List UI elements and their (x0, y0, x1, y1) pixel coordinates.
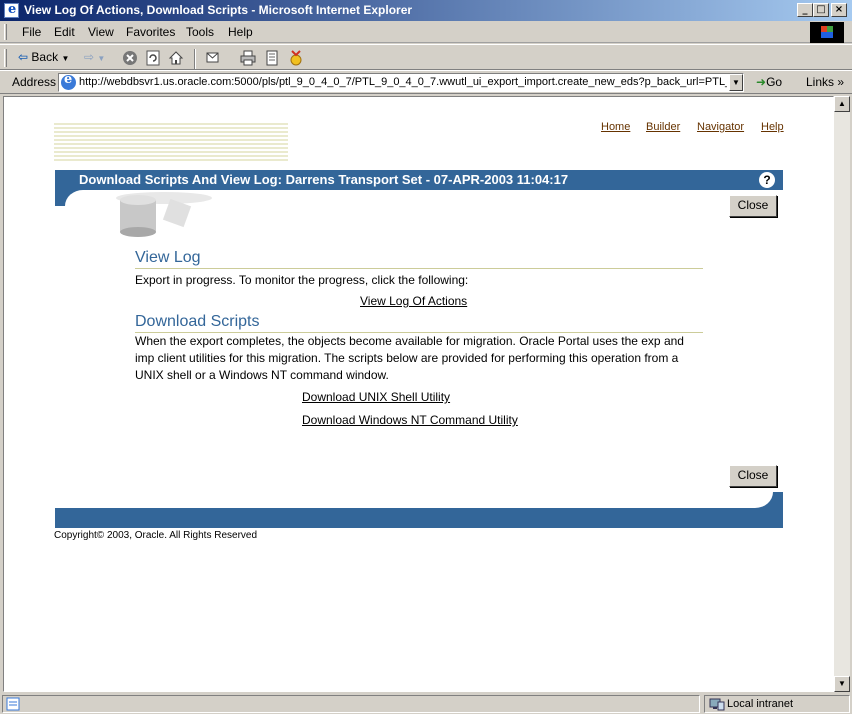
messenger-icon[interactable] (288, 50, 304, 66)
address-dropdown-icon[interactable]: ▼ (729, 74, 743, 91)
toolbar-separator (194, 49, 196, 69)
forward-arrow-icon: ⇨ (84, 50, 95, 64)
menu-grip (4, 24, 7, 40)
footer-curve (753, 492, 783, 508)
download-scripts-heading: Download Scripts (135, 313, 260, 330)
menu-edit[interactable]: Edit (54, 25, 75, 39)
stop-icon[interactable] (122, 50, 138, 66)
page-viewport: Home Builder Navigator Help Download Scr… (3, 96, 834, 692)
ie-app-icon[interactable] (4, 2, 19, 18)
footer-bar (55, 508, 783, 528)
links-chevron-icon: » (837, 75, 845, 89)
close-button-top[interactable]: Close (729, 195, 777, 217)
refresh-icon[interactable] (145, 50, 161, 66)
menu-favorites[interactable]: Favorites (126, 25, 175, 39)
page-status-icon (6, 697, 20, 711)
page-title: Download Scripts And View Log: Darrens T… (79, 172, 569, 187)
address-url[interactable]: http://webdbsvr1.us.oracle.com:5000/pls/… (79, 76, 727, 88)
address-bar: Address http://webdbsvr1.us.oracle.com:5… (0, 70, 852, 94)
security-zone: Local intranet (704, 695, 850, 713)
download-nt-link[interactable]: Download Windows NT Command Utility (302, 413, 518, 427)
zone-label: Local intranet (727, 698, 794, 710)
builder-link[interactable]: Builder (646, 121, 680, 133)
menu-tools[interactable]: Tools (186, 25, 214, 39)
back-button[interactable]: ⇦ Back ▼ (18, 50, 69, 64)
toolbar-grip (4, 49, 7, 67)
back-dropdown-icon[interactable]: ▼ (61, 54, 69, 63)
download-scripts-text: When the export completes, the objects b… (135, 334, 684, 382)
minimize-button[interactable]: _ (797, 3, 813, 17)
vertical-scrollbar[interactable]: ▲ ▼ (834, 96, 850, 692)
standard-toolbar: ⇦ Back ▼ ⇨ ▼ (0, 44, 852, 70)
print-icon[interactable] (240, 50, 256, 66)
home-icon[interactable] (168, 50, 184, 66)
edit-page-icon[interactable] (264, 50, 280, 66)
intranet-icon (709, 698, 725, 711)
menu-bar: File Edit View Favorites Tools Help (0, 21, 852, 43)
title-bar: View Log Of Actions, Download Scripts - … (0, 0, 852, 21)
window-title: View Log Of Actions, Download Scripts - … (24, 3, 413, 17)
copyright-text: Copyright© 2003, Oracle. All Rights Rese… (54, 530, 258, 541)
go-label: Go (766, 75, 783, 89)
back-label: Back (31, 50, 59, 64)
home-link[interactable]: Home (601, 121, 630, 133)
close-window-button[interactable]: × (831, 3, 847, 17)
menu-file[interactable]: File (22, 25, 41, 39)
links-label: Links (806, 75, 835, 89)
menu-view[interactable]: View (88, 25, 114, 39)
mail-icon[interactable] (206, 50, 222, 66)
back-arrow-icon: ⇦ (18, 50, 29, 64)
scroll-up-icon[interactable]: ▲ (834, 96, 850, 112)
view-log-text: Export in progress. To monitor the progr… (135, 273, 469, 287)
forward-dropdown-icon: ▼ (97, 54, 106, 63)
close-button-bottom[interactable]: Close (729, 465, 777, 487)
windows-logo-icon (810, 22, 844, 43)
database-graphic-icon (116, 192, 212, 237)
status-main (2, 695, 700, 713)
download-unix-link[interactable]: Download UNIX Shell Utility (302, 390, 450, 404)
oracle-portal-logo (54, 123, 288, 161)
page-banner: Download Scripts And View Log: Darrens T… (55, 170, 783, 190)
banner-curve (55, 190, 85, 206)
page-icon (61, 72, 76, 90)
forward-button[interactable]: ⇨ ▼ (84, 50, 105, 64)
address-input[interactable]: http://webdbsvr1.us.oracle.com:5000/pls/… (58, 72, 744, 92)
go-button[interactable]: ➜Go (756, 75, 782, 89)
address-label: Address (12, 75, 57, 89)
menu-help[interactable]: Help (228, 25, 253, 39)
status-bar: Local intranet (0, 693, 852, 714)
view-log-of-actions-link[interactable]: View Log Of Actions (360, 294, 467, 308)
divider (135, 268, 703, 269)
navigator-link[interactable]: Navigator (697, 121, 744, 133)
scroll-down-icon[interactable]: ▼ (834, 676, 850, 692)
help-icon[interactable]: ? (759, 172, 775, 188)
maximize-button[interactable]: □ (813, 3, 829, 17)
go-arrow-icon: ➜ (756, 75, 767, 89)
view-log-heading: View Log (135, 249, 201, 266)
help-link[interactable]: Help (761, 121, 784, 133)
links-button[interactable]: Links » (806, 75, 844, 89)
